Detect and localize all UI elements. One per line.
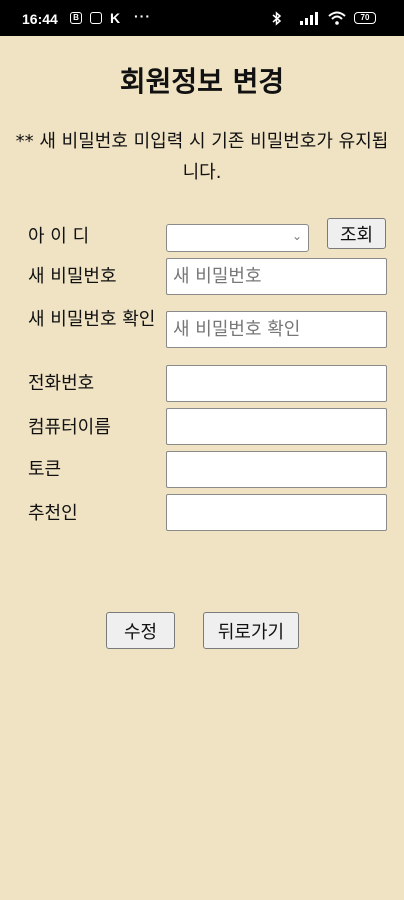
status-bar: 16:44 B K ··· 70: [0, 0, 404, 36]
computer-name-input[interactable]: [166, 408, 387, 445]
computer-name-label: 컴퓨터이름: [28, 417, 111, 438]
back-button[interactable]: 뒤로가기: [203, 612, 299, 649]
signal-icon: [300, 11, 322, 25]
referrer-label: 추천인: [28, 503, 78, 524]
submit-button[interactable]: 수정: [106, 612, 175, 649]
more-notifications-icon: ···: [134, 8, 151, 24]
id-select[interactable]: ⌄: [166, 224, 309, 252]
id-label: 아 이 디: [28, 226, 90, 247]
wifi-icon: [328, 11, 346, 25]
referrer-input[interactable]: [166, 494, 387, 531]
phone-input[interactable]: [166, 365, 387, 402]
new-password-label: 새 비밀번호: [28, 266, 117, 287]
token-input[interactable]: [166, 451, 387, 488]
password-notice: ** 새 비밀번호 미입력 시 기존 비밀번호가 유지됩니다.: [15, 131, 389, 183]
phone-label: 전화번호: [28, 373, 95, 394]
page-title: 회원정보 변경: [119, 65, 285, 98]
confirm-password-input[interactable]: [166, 311, 387, 348]
notification-k-icon: K: [110, 10, 121, 26]
status-time: 16:44: [22, 11, 58, 27]
notification-app-icon: [90, 12, 102, 24]
battery-icon: 70: [354, 12, 376, 24]
token-label: 토큰: [28, 459, 62, 480]
confirm-password-label: 새 비밀번호 확인: [28, 309, 156, 330]
new-password-input[interactable]: [166, 258, 387, 295]
bluetooth-icon: [272, 11, 282, 26]
chevron-down-icon: ⌄: [291, 229, 302, 243]
lookup-button[interactable]: 조회: [327, 218, 386, 249]
notification-b-icon: B: [70, 12, 82, 24]
